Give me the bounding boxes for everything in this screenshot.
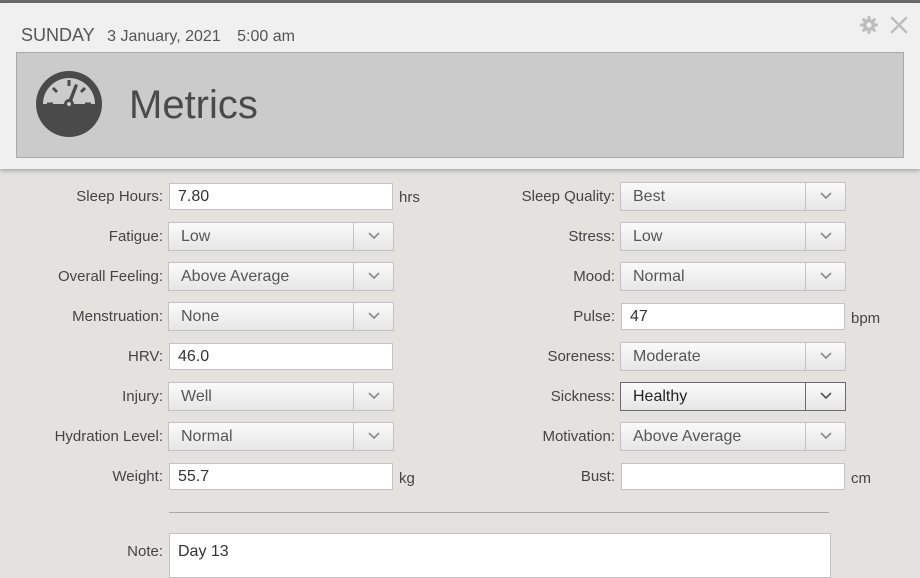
fatigue-label: Fatigue: — [108, 228, 163, 245]
hrv-label: HRV: — [127, 348, 163, 365]
chevron-down-icon[interactable] — [353, 223, 393, 250]
weight-input[interactable]: 55.7 — [169, 463, 393, 490]
pulse-unit: bpm — [851, 310, 881, 327]
chevron-down-icon[interactable] — [805, 263, 845, 290]
gear-icon[interactable] — [859, 15, 879, 35]
stress-value: Low — [633, 228, 663, 245]
chevron-down-icon[interactable] — [353, 423, 393, 450]
motivation-label: Motivation: — [542, 428, 615, 445]
bust-unit: cm — [851, 470, 871, 487]
chevron-down-icon[interactable] — [805, 183, 845, 210]
overall-feeling-select[interactable]: Above Average — [168, 262, 394, 291]
sleep-quality-select[interactable]: Best — [620, 182, 846, 211]
chevron-down-icon[interactable] — [353, 383, 393, 410]
sickness-label: Sickness: — [550, 388, 615, 405]
bust-label: Bust: — [580, 468, 615, 485]
fatigue-select[interactable]: Low — [168, 222, 394, 251]
soreness-value: Moderate — [633, 348, 701, 365]
mood-label: Mood: — [573, 268, 615, 285]
chevron-down-icon[interactable] — [353, 263, 393, 290]
note-label: Note: — [127, 543, 163, 560]
day-label: SUNDAY — [21, 25, 95, 45]
injury-label: Injury: — [122, 388, 163, 405]
stress-select[interactable]: Low — [620, 222, 846, 251]
chevron-down-icon[interactable] — [805, 383, 845, 410]
menstruation-value: None — [181, 308, 220, 325]
mood-select[interactable]: Normal — [620, 262, 846, 291]
weight-unit: kg — [399, 470, 415, 487]
sleep-quality-value: Best — [633, 188, 666, 205]
fatigue-value: Low — [181, 228, 211, 245]
header-panel: SUNDAY 3 January, 2021 5:00 am Metrics — [0, 3, 920, 169]
metrics-banner: Metrics — [16, 52, 904, 158]
injury-value: Well — [181, 388, 212, 405]
motivation-select[interactable]: Above Average — [620, 422, 846, 451]
injury-select[interactable]: Well — [168, 382, 394, 411]
soreness-select[interactable]: Moderate — [620, 342, 846, 371]
soreness-label: Soreness: — [547, 348, 615, 365]
time-label: 5:00 am — [237, 28, 295, 45]
weight-label: Weight: — [112, 468, 163, 485]
sleep-hours-label: Sleep Hours: — [76, 188, 163, 205]
chevron-down-icon[interactable] — [805, 343, 845, 370]
sleep-hours-input[interactable]: 7.80 — [169, 183, 393, 210]
motivation-value: Above Average — [633, 428, 742, 445]
chevron-down-icon[interactable] — [353, 303, 393, 330]
gauge-icon — [36, 71, 102, 137]
bust-input[interactable] — [621, 463, 845, 490]
hydration-value: Normal — [181, 428, 233, 445]
page-title: Metrics — [129, 83, 258, 127]
hydration-select[interactable]: Normal — [168, 422, 394, 451]
sleep-quality-label: Sleep Quality: — [521, 188, 615, 205]
note-textarea[interactable]: Day 13 — [169, 533, 831, 578]
hydration-label: Hydration Level: — [54, 428, 163, 445]
sickness-value: Healthy — [633, 388, 688, 405]
close-icon[interactable] — [889, 15, 909, 35]
chevron-down-icon[interactable] — [805, 223, 845, 250]
sickness-select[interactable]: Healthy — [620, 382, 846, 411]
overall-feeling-value: Above Average — [181, 268, 290, 285]
mood-value: Normal — [633, 268, 685, 285]
overall-feeling-label: Overall Feeling: — [57, 268, 163, 285]
pulse-label: Pulse: — [573, 308, 615, 325]
hrv-input[interactable]: 46.0 — [169, 343, 393, 370]
date-label: 3 January, 2021 — [107, 28, 221, 45]
divider — [169, 512, 829, 513]
chevron-down-icon[interactable] — [805, 423, 845, 450]
pulse-input[interactable]: 47 — [621, 303, 845, 330]
date-line: SUNDAY 3 January, 2021 5:00 am — [21, 25, 295, 46]
menstruation-select[interactable]: None — [168, 302, 394, 331]
menstruation-label: Menstruation: — [72, 308, 163, 325]
stress-label: Stress: — [568, 228, 615, 245]
